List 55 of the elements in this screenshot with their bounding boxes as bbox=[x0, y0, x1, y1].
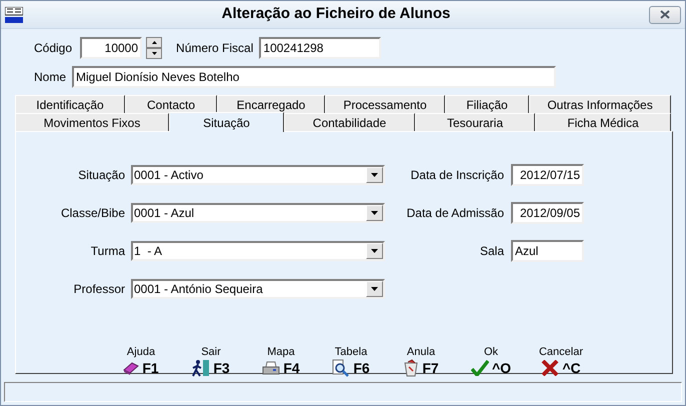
toolbar-button[interactable]: Ok ^O bbox=[456, 346, 526, 378]
code-field[interactable]: 10000 bbox=[80, 37, 142, 59]
tab[interactable]: Contabilidade bbox=[284, 113, 415, 131]
field-label: Sala bbox=[478, 243, 505, 260]
up-arrow-icon bbox=[152, 41, 157, 44]
date-field[interactable]: 2012/07/15 bbox=[511, 164, 584, 186]
field-label: Código bbox=[34, 40, 72, 57]
toolbar-button[interactable]: Tabela F6 bbox=[316, 346, 386, 378]
toolbar-button[interactable]: Mapa F4 bbox=[246, 346, 316, 378]
dropdown-field[interactable]: 0001 - Activo bbox=[131, 165, 385, 185]
toolbar-button[interactable]: Ajuda F1 bbox=[106, 346, 176, 378]
tab[interactable]: Filiação bbox=[445, 95, 529, 113]
dropdown-arrow-icon bbox=[371, 211, 378, 215]
close-icon bbox=[541, 360, 560, 376]
toolbar-button[interactable]: Cancelar ^C bbox=[526, 346, 596, 378]
tab[interactable]: Processamento bbox=[325, 95, 445, 113]
dropdown-arrow-icon bbox=[371, 173, 378, 177]
walking-person-icon bbox=[192, 359, 210, 377]
field-label: Número Fiscal bbox=[176, 40, 254, 57]
tab[interactable]: Movimentos Fixos bbox=[15, 113, 169, 131]
date-field[interactable]: 2012/09/05 bbox=[511, 202, 584, 224]
field-label: Data de Admissão bbox=[406, 205, 505, 222]
spin-up-button[interactable] bbox=[146, 37, 162, 48]
tab[interactable]: Situação bbox=[169, 112, 284, 132]
field-label: Nome bbox=[32, 69, 66, 86]
field-label: Professor bbox=[72, 281, 126, 298]
field-label: Data de Inscrição bbox=[410, 167, 505, 184]
dropdown-arrow-icon bbox=[371, 249, 378, 253]
field-label: Situação bbox=[77, 167, 126, 184]
dropdown-field[interactable]: 1 - A bbox=[131, 241, 385, 261]
book-icon bbox=[123, 361, 140, 375]
name-field[interactable]: Miguel Dionísio Neves Botelho bbox=[72, 66, 556, 88]
field-label: Classe/Bibe bbox=[60, 205, 126, 222]
toolbar-button[interactable]: Sair F3 bbox=[176, 346, 246, 378]
spin-down-button[interactable] bbox=[146, 48, 162, 59]
close-icon bbox=[660, 10, 670, 19]
check-icon bbox=[470, 360, 489, 376]
down-arrow-icon bbox=[152, 52, 157, 55]
tax-number-field[interactable]: 100241298 bbox=[259, 37, 382, 59]
tab[interactable]: Encarregado bbox=[217, 95, 325, 113]
close-button[interactable] bbox=[649, 6, 681, 24]
toolbar-button[interactable]: Anula F7 bbox=[386, 346, 456, 378]
tab[interactable]: Identificação bbox=[15, 95, 125, 113]
tab[interactable]: Contacto bbox=[125, 95, 217, 113]
dropdown-arrow-icon bbox=[371, 287, 378, 291]
dropdown-field[interactable]: 0001 - Azul bbox=[131, 203, 385, 223]
field-label: Turma bbox=[90, 243, 126, 260]
window-title: Alteração ao Ficheiro de Alunos bbox=[220, 4, 452, 24]
dropdown-field[interactable]: 0001 - António Sequeira bbox=[131, 279, 385, 299]
text-field[interactable]: Azul bbox=[511, 240, 584, 262]
tab[interactable]: Tesouraria bbox=[415, 113, 535, 131]
bin-icon bbox=[403, 359, 420, 377]
app-icon bbox=[5, 6, 23, 22]
tab[interactable]: Outras Informações bbox=[529, 95, 671, 113]
tab[interactable]: Ficha Médica bbox=[535, 113, 671, 131]
